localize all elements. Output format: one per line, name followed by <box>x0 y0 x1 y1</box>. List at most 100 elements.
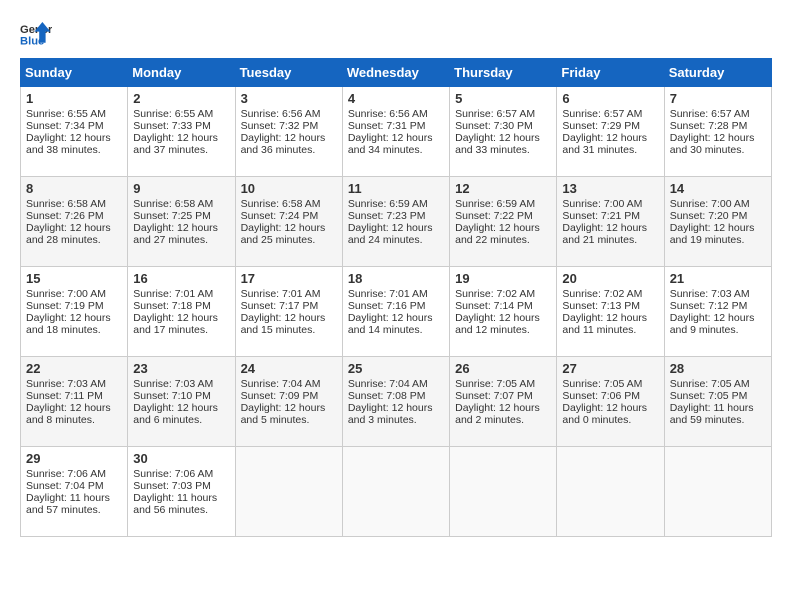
daylight: Daylight: 11 hours and 59 minutes. <box>670 402 754 426</box>
calendar-cell: 14 Sunrise: 7:00 AM Sunset: 7:20 PM Dayl… <box>664 177 771 267</box>
sunrise: Sunrise: 7:04 AM <box>241 378 321 390</box>
calendar-cell: 25 Sunrise: 7:04 AM Sunset: 7:08 PM Dayl… <box>342 357 449 447</box>
sunrise: Sunrise: 7:00 AM <box>26 288 106 300</box>
sunset: Sunset: 7:13 PM <box>562 300 640 312</box>
daylight: Daylight: 12 hours and 24 minutes. <box>348 222 433 246</box>
sunset: Sunset: 7:25 PM <box>133 210 211 222</box>
sunrise: Sunrise: 6:57 AM <box>455 108 535 120</box>
sunrise: Sunrise: 6:56 AM <box>241 108 321 120</box>
daylight: Daylight: 12 hours and 2 minutes. <box>455 402 540 426</box>
day-number: 16 <box>133 271 229 286</box>
day-number: 14 <box>670 181 766 196</box>
calendar-cell: 17 Sunrise: 7:01 AM Sunset: 7:17 PM Dayl… <box>235 267 342 357</box>
calendar-cell: 4 Sunrise: 6:56 AM Sunset: 7:31 PM Dayli… <box>342 87 449 177</box>
daylight: Daylight: 12 hours and 19 minutes. <box>670 222 755 246</box>
weekday-header-friday: Friday <box>557 59 664 87</box>
sunrise: Sunrise: 7:06 AM <box>133 468 213 480</box>
calendar-week-5: 29 Sunrise: 7:06 AM Sunset: 7:04 PM Dayl… <box>21 447 772 537</box>
daylight: Daylight: 12 hours and 3 minutes. <box>348 402 433 426</box>
sunrise: Sunrise: 7:05 AM <box>670 378 750 390</box>
sunset: Sunset: 7:19 PM <box>26 300 104 312</box>
sunset: Sunset: 7:20 PM <box>670 210 748 222</box>
daylight: Daylight: 12 hours and 0 minutes. <box>562 402 647 426</box>
calendar-week-1: 1 Sunrise: 6:55 AM Sunset: 7:34 PM Dayli… <box>21 87 772 177</box>
calendar-cell: 20 Sunrise: 7:02 AM Sunset: 7:13 PM Dayl… <box>557 267 664 357</box>
calendar-cell: 28 Sunrise: 7:05 AM Sunset: 7:05 PM Dayl… <box>664 357 771 447</box>
weekday-header-thursday: Thursday <box>450 59 557 87</box>
day-number: 21 <box>670 271 766 286</box>
calendar-cell: 16 Sunrise: 7:01 AM Sunset: 7:18 PM Dayl… <box>128 267 235 357</box>
sunset: Sunset: 7:05 PM <box>670 390 748 402</box>
sunrise: Sunrise: 7:05 AM <box>455 378 535 390</box>
calendar-cell: 7 Sunrise: 6:57 AM Sunset: 7:28 PM Dayli… <box>664 87 771 177</box>
sunrise: Sunrise: 6:59 AM <box>348 198 428 210</box>
day-number: 12 <box>455 181 551 196</box>
sunset: Sunset: 7:29 PM <box>562 120 640 132</box>
calendar-week-3: 15 Sunrise: 7:00 AM Sunset: 7:19 PM Dayl… <box>21 267 772 357</box>
day-number: 13 <box>562 181 658 196</box>
sunrise: Sunrise: 7:00 AM <box>670 198 750 210</box>
weekday-header-tuesday: Tuesday <box>235 59 342 87</box>
calendar-cell: 22 Sunrise: 7:03 AM Sunset: 7:11 PM Dayl… <box>21 357 128 447</box>
daylight: Daylight: 12 hours and 22 minutes. <box>455 222 540 246</box>
day-number: 25 <box>348 361 444 376</box>
daylight: Daylight: 12 hours and 8 minutes. <box>26 402 111 426</box>
calendar-cell: 21 Sunrise: 7:03 AM Sunset: 7:12 PM Dayl… <box>664 267 771 357</box>
sunrise: Sunrise: 7:02 AM <box>455 288 535 300</box>
daylight: Daylight: 12 hours and 14 minutes. <box>348 312 433 336</box>
daylight: Daylight: 12 hours and 34 minutes. <box>348 132 433 156</box>
sunset: Sunset: 7:04 PM <box>26 480 104 492</box>
sunrise: Sunrise: 6:58 AM <box>241 198 321 210</box>
sunset: Sunset: 7:12 PM <box>670 300 748 312</box>
daylight: Daylight: 12 hours and 6 minutes. <box>133 402 218 426</box>
calendar-cell <box>450 447 557 537</box>
sunrise: Sunrise: 6:58 AM <box>26 198 106 210</box>
sunrise: Sunrise: 7:02 AM <box>562 288 642 300</box>
day-number: 30 <box>133 451 229 466</box>
calendar-table: SundayMondayTuesdayWednesdayThursdayFrid… <box>20 58 772 537</box>
daylight: Daylight: 12 hours and 5 minutes. <box>241 402 326 426</box>
calendar-week-4: 22 Sunrise: 7:03 AM Sunset: 7:11 PM Dayl… <box>21 357 772 447</box>
calendar-cell: 23 Sunrise: 7:03 AM Sunset: 7:10 PM Dayl… <box>128 357 235 447</box>
sunrise: Sunrise: 7:00 AM <box>562 198 642 210</box>
daylight: Daylight: 12 hours and 27 minutes. <box>133 222 218 246</box>
calendar-cell: 13 Sunrise: 7:00 AM Sunset: 7:21 PM Dayl… <box>557 177 664 267</box>
day-number: 7 <box>670 91 766 106</box>
day-number: 5 <box>455 91 551 106</box>
sunset: Sunset: 7:11 PM <box>26 390 103 402</box>
daylight: Daylight: 12 hours and 18 minutes. <box>26 312 111 336</box>
day-number: 28 <box>670 361 766 376</box>
sunset: Sunset: 7:16 PM <box>348 300 426 312</box>
daylight: Daylight: 12 hours and 38 minutes. <box>26 132 111 156</box>
daylight: Daylight: 12 hours and 31 minutes. <box>562 132 647 156</box>
sunrise: Sunrise: 7:06 AM <box>26 468 106 480</box>
sunset: Sunset: 7:23 PM <box>348 210 426 222</box>
sunrise: Sunrise: 7:01 AM <box>241 288 321 300</box>
sunset: Sunset: 7:18 PM <box>133 300 211 312</box>
calendar-cell: 15 Sunrise: 7:00 AM Sunset: 7:19 PM Dayl… <box>21 267 128 357</box>
logo: General Blue <box>20 20 52 48</box>
day-number: 29 <box>26 451 122 466</box>
sunset: Sunset: 7:17 PM <box>241 300 319 312</box>
calendar-header: SundayMondayTuesdayWednesdayThursdayFrid… <box>21 59 772 87</box>
daylight: Daylight: 12 hours and 17 minutes. <box>133 312 218 336</box>
weekday-header-monday: Monday <box>128 59 235 87</box>
daylight: Daylight: 12 hours and 21 minutes. <box>562 222 647 246</box>
sunrise: Sunrise: 7:01 AM <box>348 288 428 300</box>
sunrise: Sunrise: 7:03 AM <box>133 378 213 390</box>
sunset: Sunset: 7:31 PM <box>348 120 426 132</box>
sunset: Sunset: 7:32 PM <box>241 120 319 132</box>
day-number: 9 <box>133 181 229 196</box>
sunrise: Sunrise: 6:57 AM <box>562 108 642 120</box>
sunset: Sunset: 7:30 PM <box>455 120 533 132</box>
sunset: Sunset: 7:03 PM <box>133 480 211 492</box>
sunrise: Sunrise: 6:55 AM <box>133 108 213 120</box>
daylight: Daylight: 12 hours and 15 minutes. <box>241 312 326 336</box>
calendar-week-2: 8 Sunrise: 6:58 AM Sunset: 7:26 PM Dayli… <box>21 177 772 267</box>
calendar-cell: 24 Sunrise: 7:04 AM Sunset: 7:09 PM Dayl… <box>235 357 342 447</box>
day-number: 22 <box>26 361 122 376</box>
sunset: Sunset: 7:26 PM <box>26 210 104 222</box>
daylight: Daylight: 11 hours and 57 minutes. <box>26 492 110 516</box>
logo-icon: General Blue <box>20 20 52 48</box>
sunset: Sunset: 7:09 PM <box>241 390 319 402</box>
